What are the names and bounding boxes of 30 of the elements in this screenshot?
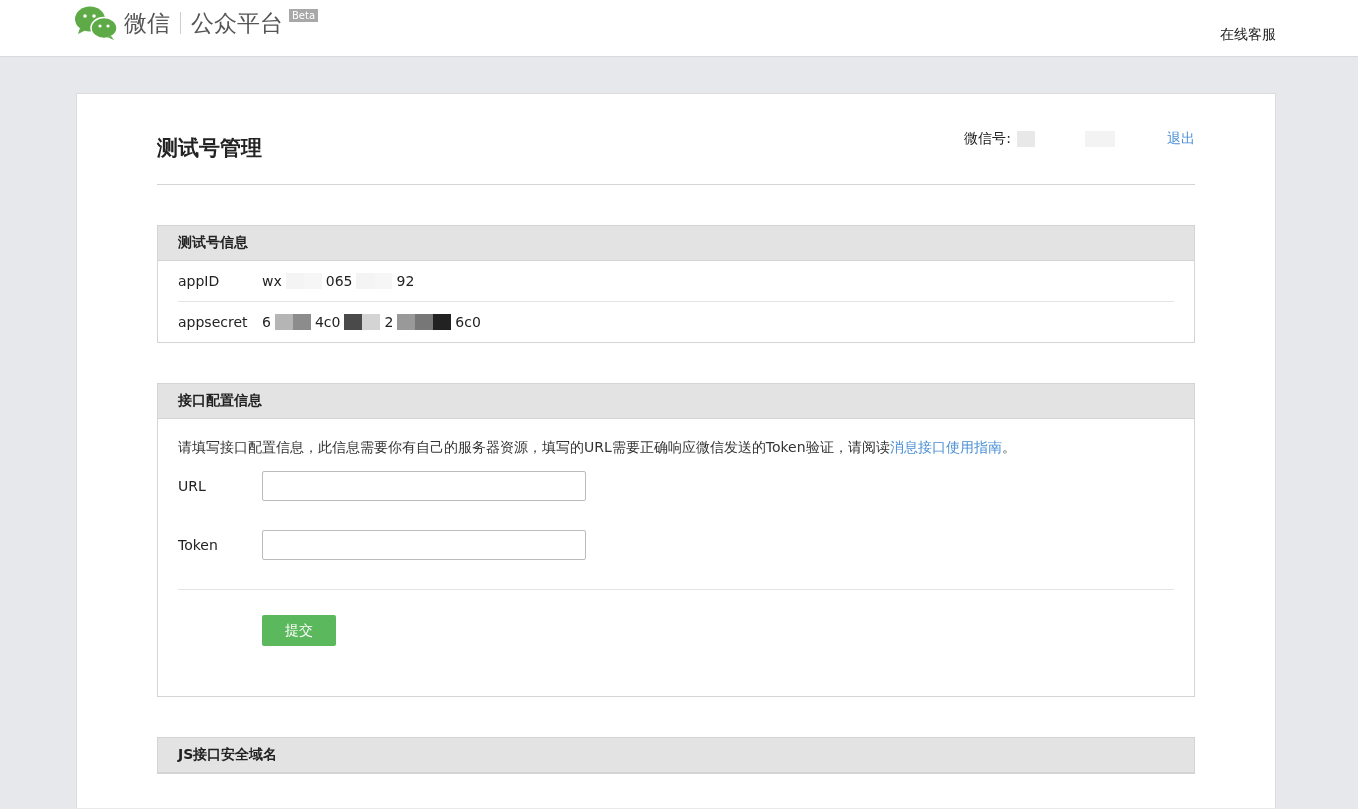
page-title: 测试号管理 bbox=[157, 135, 262, 162]
description-text: 请填写接口配置信息，此信息需要你有自己的服务器资源，填写的URL需要正确响应微信发送的Token验证，请阅读消息接口使用指南。 bbox=[178, 439, 1017, 457]
section-header: 接口配置信息 bbox=[158, 384, 1194, 419]
brand-name: 微信 bbox=[124, 8, 170, 38]
field-label: URL bbox=[178, 478, 207, 494]
value-fragment: 6c0 bbox=[455, 314, 481, 330]
guide-link[interactable]: 消息接口使用指南 bbox=[889, 439, 1002, 455]
text-input[interactable] bbox=[262, 471, 586, 501]
text-input[interactable] bbox=[262, 530, 586, 560]
value-fragment: 2 bbox=[384, 314, 394, 330]
product-name: 公众平台 bbox=[191, 8, 283, 38]
logout-link[interactable]: 退出 bbox=[1167, 130, 1195, 148]
value-fragment: 4c0 bbox=[314, 314, 341, 330]
value-fragment: 92 bbox=[396, 273, 415, 289]
redaction-mosaic bbox=[274, 314, 311, 330]
account-label: 微信号: bbox=[964, 130, 1011, 148]
redaction-mosaic bbox=[397, 314, 452, 330]
field-label: appID bbox=[178, 273, 221, 289]
field-label: appsecret bbox=[178, 314, 249, 330]
field-label: Token bbox=[178, 537, 219, 553]
value-fragment: 065 bbox=[325, 273, 353, 289]
beta-badge: Beta bbox=[289, 9, 319, 22]
chat-bubbles-icon bbox=[74, 5, 118, 41]
section-header: 测试号信息 bbox=[158, 226, 1194, 261]
value-fragment: 6 bbox=[262, 314, 271, 330]
customer-service-link[interactable]: 在线客服 bbox=[1220, 26, 1276, 44]
value-fragment: wx bbox=[262, 273, 282, 289]
section-header: JS接口安全域名 bbox=[158, 738, 1194, 773]
submit-button[interactable]: 提交 bbox=[262, 615, 336, 646]
redaction-mosaic bbox=[344, 314, 381, 330]
